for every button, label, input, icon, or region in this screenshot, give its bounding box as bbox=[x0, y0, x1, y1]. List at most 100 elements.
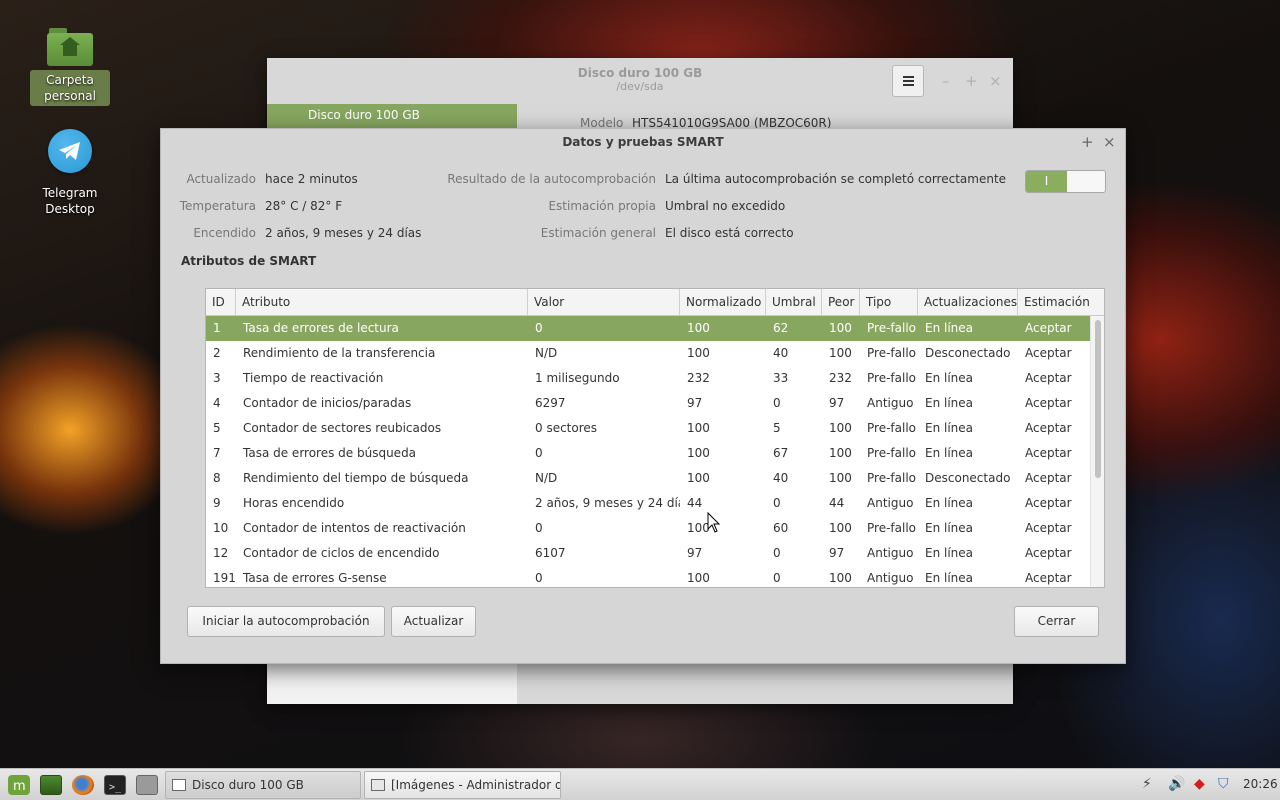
close-button[interactable]: Cerrar bbox=[1014, 606, 1099, 637]
table-row[interactable]: 9 Horas encendido 2 años, 9 meses y 24 día… bbox=[206, 491, 1104, 516]
overall-assessment-value: El disco está correcto bbox=[665, 226, 794, 240]
menu-button[interactable] bbox=[892, 65, 924, 97]
folder-icon bbox=[371, 779, 385, 791]
maximize-icon[interactable]: + bbox=[965, 72, 978, 90]
cell-attribute: Tasa de errores de lectura bbox=[243, 321, 399, 335]
cell-value: 6297 bbox=[535, 396, 566, 410]
start-selftest-button[interactable]: Iniciar la autocomprobación bbox=[187, 606, 385, 637]
cell-normalized: 100 bbox=[687, 521, 710, 535]
cell-id: 12 bbox=[213, 546, 229, 560]
table-scrollbar[interactable] bbox=[1090, 316, 1104, 587]
cell-assessment: Aceptar bbox=[1025, 571, 1072, 585]
cell-type: Pre-fallo bbox=[867, 371, 916, 385]
cell-worst: 100 bbox=[829, 471, 852, 485]
taskbar-item-images[interactable]: [Imágenes - Administrador d... bbox=[364, 771, 561, 799]
close-icon[interactable]: × bbox=[1103, 129, 1116, 155]
smart-dialog: Datos y pruebas SMART + × Actualizado ha… bbox=[160, 128, 1126, 664]
cell-type: Antiguo bbox=[867, 396, 914, 410]
terminal-icon[interactable]: >_ bbox=[104, 775, 126, 795]
clock[interactable]: 20:26 bbox=[1243, 777, 1278, 791]
cell-updates: En línea bbox=[925, 421, 974, 435]
updated-label: Actualizado bbox=[186, 172, 256, 186]
table-row[interactable]: 4 Contador de inicios/paradas 6297 97 0 97 Ant… bbox=[206, 391, 1104, 416]
table-row[interactable]: 7 Tasa de errores de búsqueda 0 100 67 100 Pre… bbox=[206, 441, 1104, 466]
cell-value: 0 sectores bbox=[535, 421, 598, 435]
cell-updates: En línea bbox=[925, 521, 974, 535]
close-icon[interactable]: × bbox=[989, 72, 1002, 90]
table-row[interactable]: 5 Contador de sectores reubicados 0 sector… bbox=[206, 416, 1104, 441]
cell-threshold: 33 bbox=[773, 371, 789, 385]
table-row[interactable]: 191 Tasa de errores G-sense 0 100 0 100 Antigu… bbox=[206, 566, 1104, 587]
smart-enable-toggle[interactable]: I bbox=[1025, 170, 1106, 193]
powered-value: 2 años, 9 meses y 24 días bbox=[265, 226, 422, 240]
column-header-threshold[interactable]: Umbral bbox=[766, 289, 822, 315]
cell-type: Pre-fallo bbox=[867, 446, 916, 460]
column-header-type[interactable]: Tipo bbox=[860, 289, 918, 315]
cell-threshold: 40 bbox=[773, 471, 789, 485]
desktop-icon-label: Carpeta personal bbox=[30, 70, 110, 106]
column-header-worst[interactable]: Peor bbox=[822, 289, 860, 315]
cell-id: 3 bbox=[213, 371, 221, 385]
cell-assessment: Aceptar bbox=[1025, 346, 1072, 360]
network-icon[interactable]: ⚡ bbox=[1142, 776, 1152, 792]
column-header-value[interactable]: Valor bbox=[528, 289, 680, 315]
dialog-titlebar: Datos y pruebas SMART + × bbox=[161, 129, 1125, 155]
cell-updates: En línea bbox=[925, 546, 974, 560]
smart-attributes-title: Atributos de SMART bbox=[181, 254, 317, 268]
cell-value: 0 bbox=[535, 321, 543, 335]
table-row[interactable]: 10 Contador de intentos de reactivación 0 1… bbox=[206, 516, 1104, 541]
cell-threshold: 0 bbox=[773, 571, 781, 585]
column-header-assessment[interactable]: Estimación bbox=[1018, 289, 1092, 315]
cell-assessment: Aceptar bbox=[1025, 321, 1072, 335]
cell-id: 2 bbox=[213, 346, 221, 360]
cell-normalized: 100 bbox=[687, 321, 710, 335]
svg-text:m: m bbox=[13, 779, 26, 794]
cell-normalized: 44 bbox=[687, 496, 703, 510]
cell-assessment: Aceptar bbox=[1025, 496, 1072, 510]
update-manager-icon[interactable]: ◆ bbox=[1194, 776, 1205, 792]
cell-type: Pre-fallo bbox=[867, 346, 916, 360]
temperature-value: 28° C / 82° F bbox=[265, 199, 343, 213]
cell-type: Pre-fallo bbox=[867, 421, 916, 435]
firefox-icon[interactable] bbox=[72, 775, 94, 795]
volume-icon[interactable]: 🔊 bbox=[1168, 776, 1185, 792]
desktop-icon-telegram[interactable]: Telegram Desktop bbox=[30, 129, 110, 219]
cell-threshold: 0 bbox=[773, 396, 781, 410]
mint-menu-icon[interactable]: m bbox=[8, 775, 30, 795]
column-header-normalized[interactable]: Normalizado bbox=[680, 289, 766, 315]
overall-assessment-label: Estimación general bbox=[540, 226, 656, 240]
sidebar-item-disk[interactable]: Disco duro 100 GB bbox=[267, 104, 517, 128]
refresh-button[interactable]: Actualizar bbox=[391, 606, 476, 637]
cell-updates: En línea bbox=[925, 496, 974, 510]
cell-assessment: Aceptar bbox=[1025, 521, 1072, 535]
column-header-id[interactable]: ID bbox=[206, 289, 236, 315]
column-header-updates[interactable]: Actualizaciones bbox=[918, 289, 1018, 315]
files-icon[interactable] bbox=[136, 775, 158, 795]
column-header-attribute[interactable]: Atributo bbox=[236, 289, 528, 315]
cell-value: 2 años, 9 meses y 24 días bbox=[535, 496, 680, 510]
cell-worst: 100 bbox=[829, 521, 852, 535]
desktop-icon-label: Telegram Desktop bbox=[42, 186, 98, 216]
desktop-icon-home-folder[interactable]: Carpeta personal bbox=[30, 28, 110, 106]
table-header: ID Atributo Valor Normalizado Umbral Peo… bbox=[206, 289, 1104, 316]
cell-updates: En línea bbox=[925, 446, 974, 460]
show-desktop-icon[interactable] bbox=[40, 775, 62, 795]
table-row[interactable]: 8 Rendimiento del tiempo de búsqueda N/D 10… bbox=[206, 466, 1104, 491]
svg-text:>_: >_ bbox=[109, 782, 122, 793]
maximize-icon[interactable]: + bbox=[1081, 129, 1094, 155]
own-assessment-label: Estimación propia bbox=[548, 199, 656, 213]
taskbar-item-disks[interactable]: Disco duro 100 GB bbox=[165, 771, 361, 799]
cell-assessment: Aceptar bbox=[1025, 446, 1072, 460]
hamburger-icon bbox=[903, 76, 914, 78]
table-row[interactable]: 12 Contador de ciclos de encendido 6107 97 0… bbox=[206, 541, 1104, 566]
selftest-result-label: Resultado de la autocomprobación bbox=[447, 172, 656, 186]
shield-icon[interactable]: ⛉ bbox=[1218, 776, 1229, 792]
cell-threshold: 62 bbox=[773, 321, 789, 335]
table-row[interactable]: 2 Rendimiento de la transferencia N/D 100 40… bbox=[206, 341, 1104, 366]
table-row[interactable]: 3 Tiempo de reactivación 1 milisegundo 232 3… bbox=[206, 366, 1104, 391]
table-body: 1 Tasa de errores de lectura 0 100 62 100 Pre-… bbox=[206, 316, 1104, 587]
scrollbar-thumb[interactable] bbox=[1095, 320, 1101, 478]
cell-id: 7 bbox=[213, 446, 221, 460]
minimize-icon[interactable]: – bbox=[942, 72, 950, 90]
table-row[interactable]: 1 Tasa de errores de lectura 0 100 62 100 Pre-… bbox=[206, 316, 1104, 341]
